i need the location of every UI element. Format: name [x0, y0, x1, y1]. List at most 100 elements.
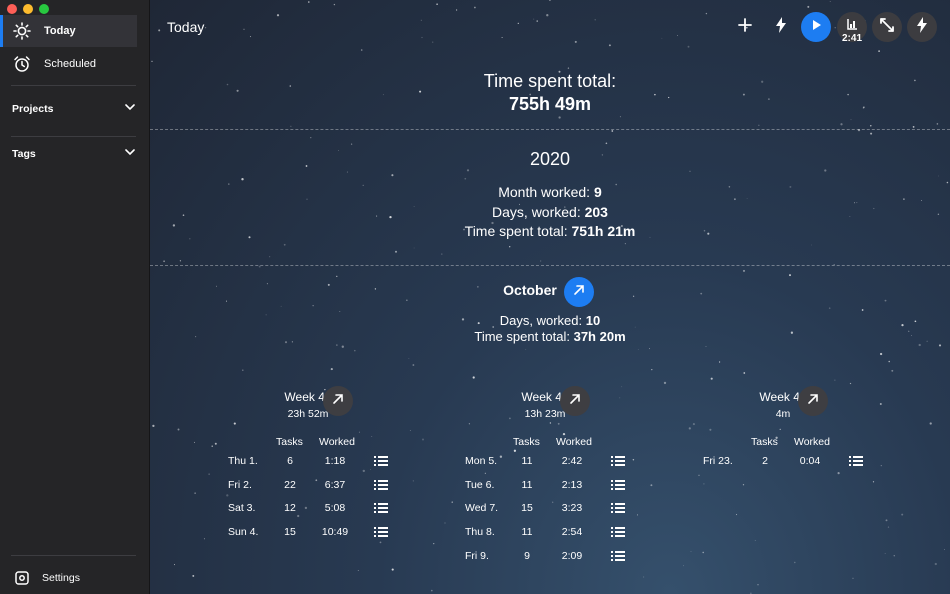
star [683, 565, 684, 567]
list-icon[interactable] [374, 479, 388, 490]
star [422, 438, 424, 441]
star [280, 305, 282, 307]
maximize-window-button[interactable] [39, 4, 49, 14]
list-icon[interactable] [849, 456, 863, 466]
star [619, 116, 621, 118]
sidebar-section-projects[interactable]: Projects [12, 101, 136, 116]
list-icon[interactable] [611, 550, 625, 561]
open-week-button[interactable] [323, 386, 353, 416]
sidebar-section-tags[interactable]: Tags [12, 146, 136, 161]
task-count: 6 [287, 455, 293, 467]
star [834, 27, 836, 29]
star [562, 432, 566, 436]
year-time-spent: Time spent total: 751h 21m [150, 223, 950, 239]
star [276, 14, 280, 17]
worked-time: 1:18 [324, 455, 346, 467]
settings-button[interactable]: Settings [0, 562, 137, 594]
day-label: Thu 8. [465, 526, 495, 539]
open-month-button[interactable] [564, 277, 594, 307]
day-label: Thu 1. [228, 455, 258, 467]
chevron-down-icon[interactable] [124, 101, 136, 116]
plus-icon [738, 17, 752, 37]
star [432, 41, 434, 43]
star [208, 473, 210, 475]
open-week-button[interactable] [560, 386, 590, 416]
star [536, 20, 538, 22]
task-count: 22 [284, 478, 296, 491]
day-label: Sat 3. [228, 502, 256, 515]
open-week-button[interactable] [798, 386, 828, 416]
star [834, 379, 836, 381]
star [918, 343, 921, 347]
sidebar-item-label: Today [44, 25, 76, 37]
star [661, 37, 663, 39]
worked-time: 2:54 [561, 526, 583, 539]
star [548, 0, 551, 1]
col-header-tasks: Tasks [751, 436, 778, 448]
star [391, 568, 394, 571]
day-label: Wed 7. [465, 502, 499, 515]
star [885, 519, 888, 522]
star [938, 344, 942, 347]
star [702, 551, 704, 554]
sidebar-item-scheduled[interactable]: Scheduled [0, 48, 137, 80]
list-icon[interactable] [374, 527, 388, 538]
quick-entry-button[interactable] [766, 12, 796, 42]
expand-button[interactable] [872, 12, 902, 42]
list-icon[interactable] [374, 456, 388, 466]
start-timer-button[interactable] [801, 12, 831, 42]
worked-time: 2:13 [561, 478, 583, 491]
task-count: 2 [762, 455, 768, 467]
week-name: Week 40 [284, 390, 332, 404]
star [611, 130, 614, 132]
star [173, 564, 176, 566]
star [789, 274, 791, 277]
star [828, 307, 831, 309]
list-icon[interactable] [611, 479, 625, 490]
timer-stats-button[interactable]: 2:41 [837, 12, 867, 44]
sidebar: Today Scheduled Projects Tags Settings [0, 0, 150, 594]
star [269, 256, 271, 258]
star [525, 349, 527, 350]
star [754, 540, 756, 541]
total-value: 755h 49m [508, 94, 592, 114]
star [861, 309, 864, 311]
list-icon[interactable] [611, 527, 625, 538]
year-months-worked: Month worked: 9 [150, 184, 950, 200]
list-icon[interactable] [611, 503, 625, 514]
star [451, 501, 453, 503]
add-task-button[interactable] [730, 12, 760, 42]
week-total: 4m [775, 408, 791, 420]
flash-button[interactable] [907, 12, 937, 42]
star [879, 352, 883, 356]
star [757, 584, 759, 586]
day-label: Tue 6. [465, 478, 495, 491]
task-count: 15 [521, 502, 533, 515]
star [888, 360, 890, 363]
star [736, 514, 738, 516]
star [879, 403, 882, 405]
worked-time: 3:23 [561, 502, 583, 515]
chevron-down-icon[interactable] [124, 146, 136, 161]
star [703, 483, 705, 485]
star [921, 200, 923, 201]
section-divider [150, 265, 950, 266]
minimize-window-button[interactable] [23, 4, 33, 14]
star [557, 422, 560, 425]
month-time-spent: Time spent total: 37h 20m [150, 329, 950, 344]
list-icon[interactable] [611, 456, 625, 466]
close-window-button[interactable] [7, 4, 17, 14]
sidebar-item-today[interactable]: Today [0, 15, 137, 47]
star [308, 1, 310, 3]
star [409, 430, 411, 432]
star [884, 552, 886, 554]
day-row: Fri 2. 22 6:37 [228, 479, 428, 499]
col-header-worked: Worked [794, 436, 830, 448]
star [233, 422, 236, 425]
list-icon[interactable] [374, 503, 388, 514]
month-days-worked: Days, worked: 10 [150, 313, 950, 328]
star [421, 36, 423, 39]
star [742, 269, 746, 272]
star [849, 382, 852, 385]
star [242, 369, 244, 371]
